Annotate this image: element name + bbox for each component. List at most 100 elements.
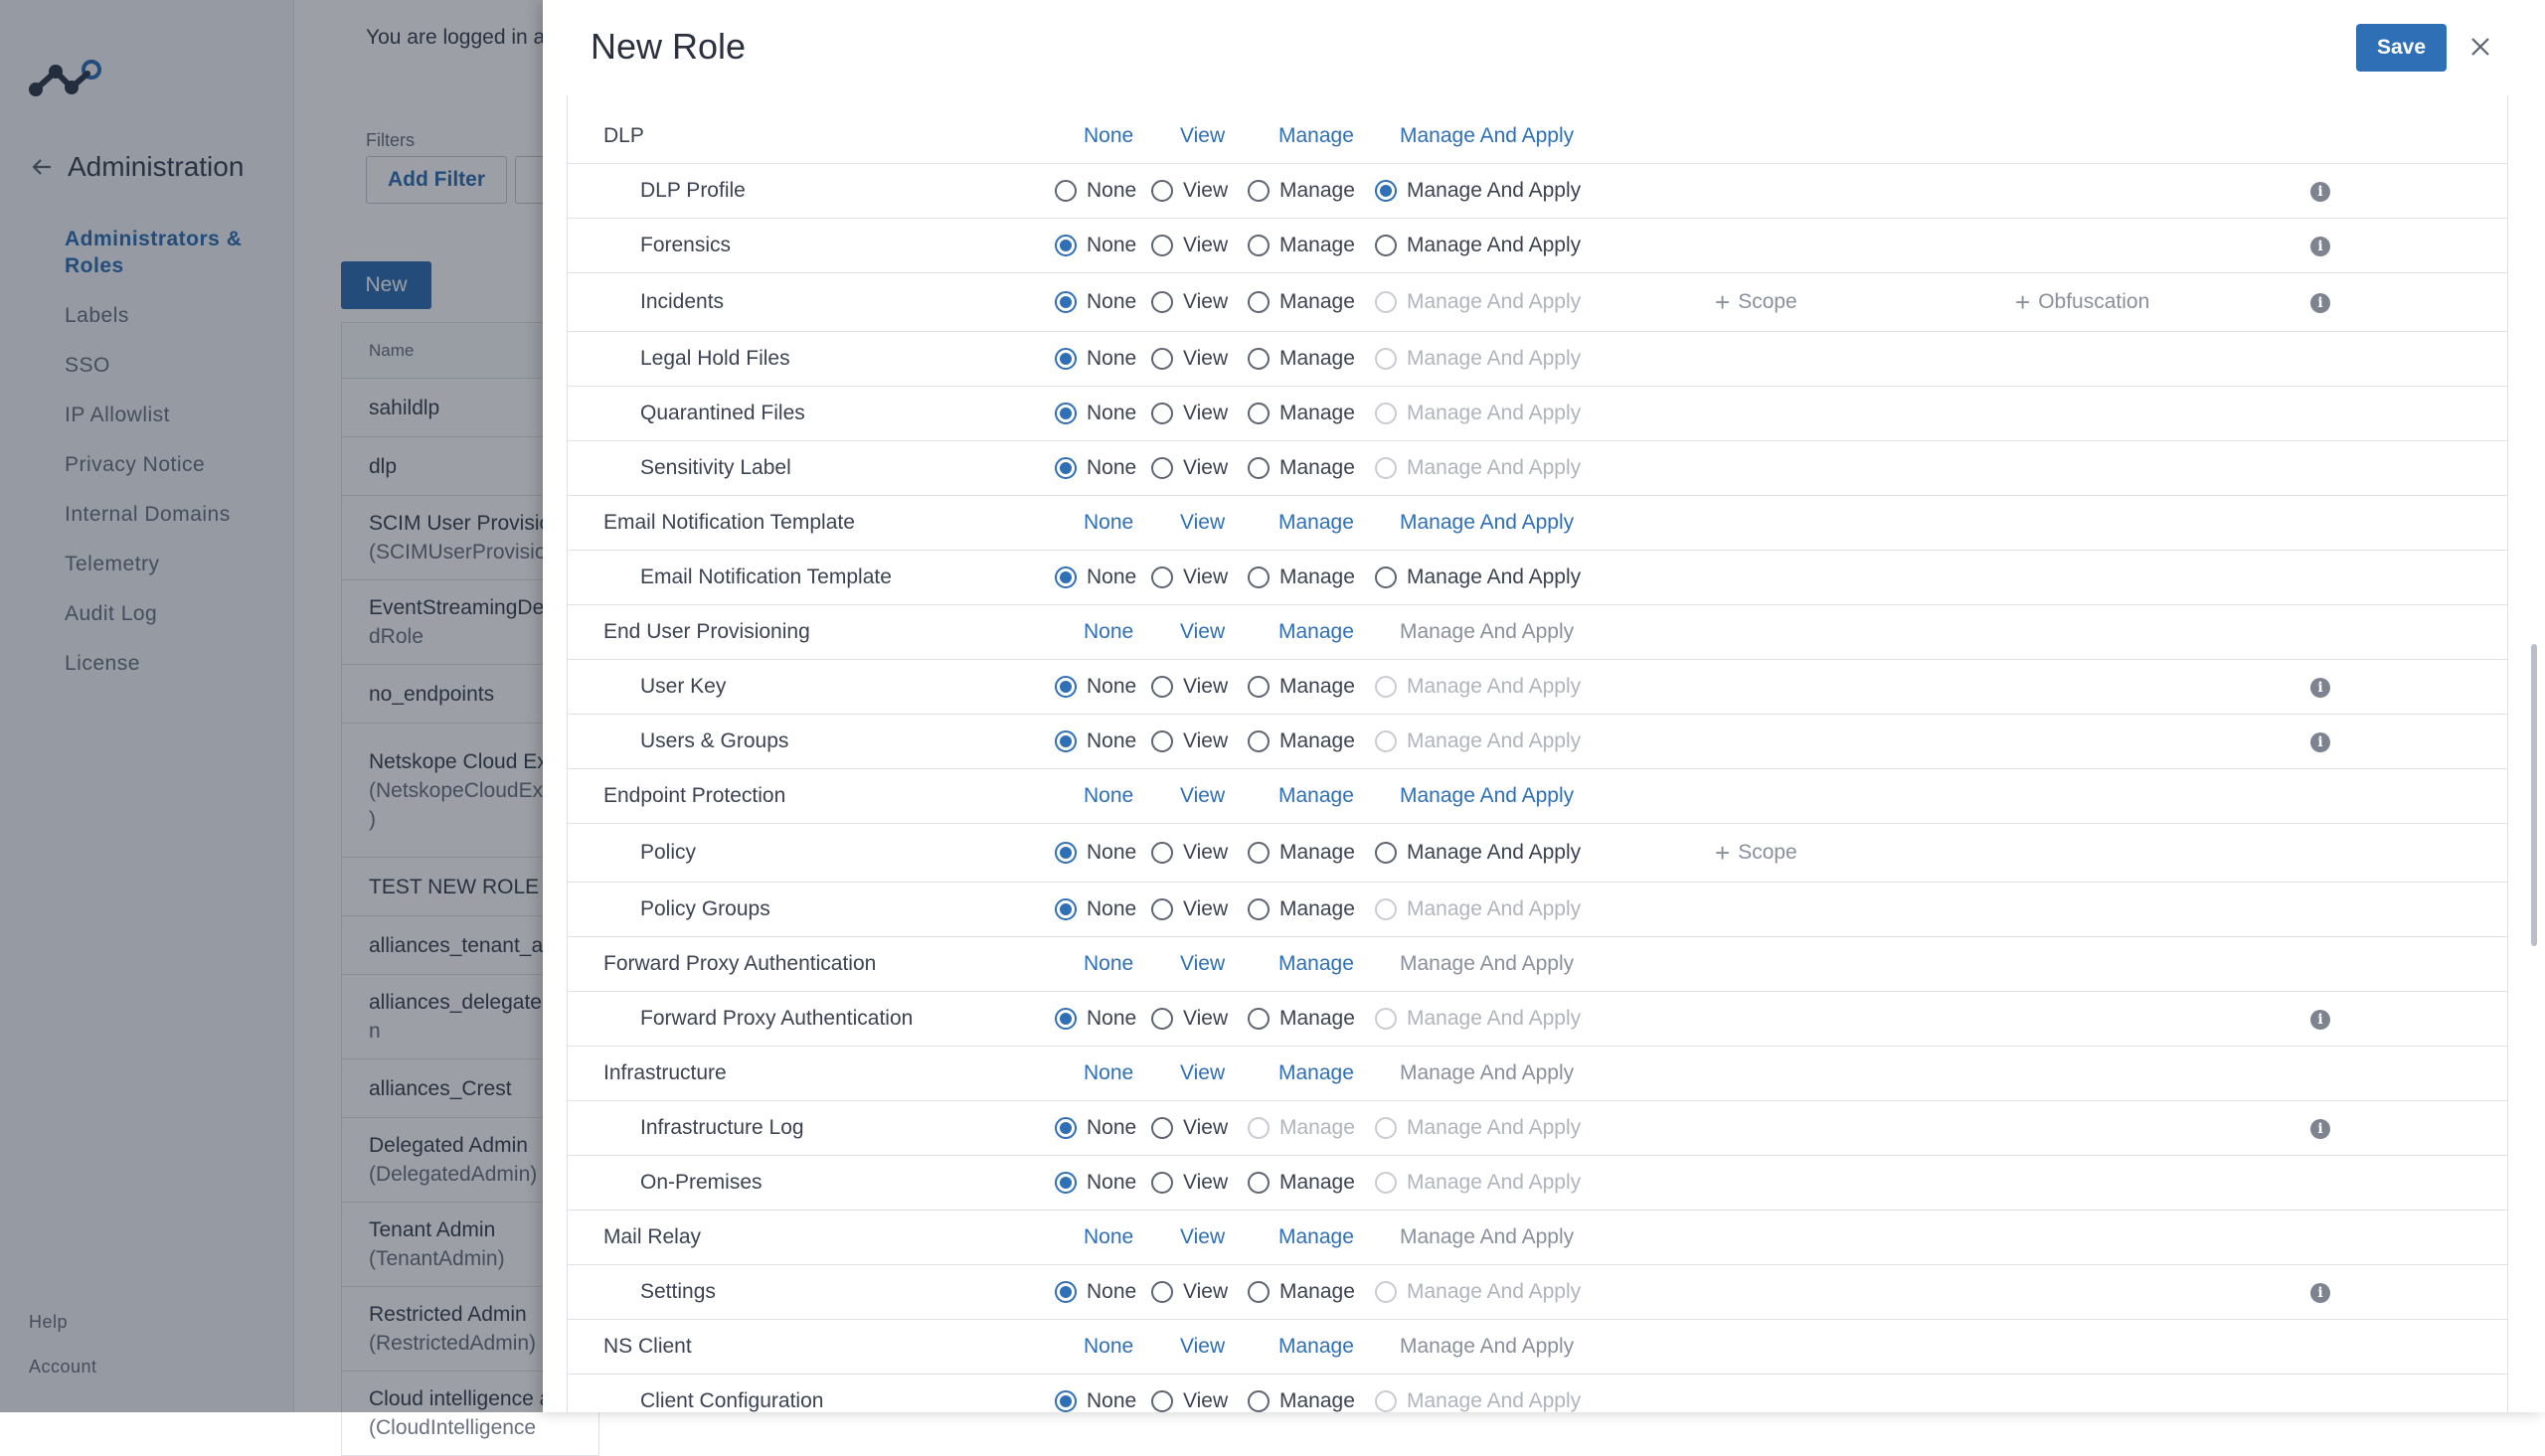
radio-unchecked-icon[interactable] bbox=[1151, 402, 1173, 424]
radio-unchecked-icon[interactable] bbox=[1248, 566, 1270, 588]
save-button[interactable]: Save bbox=[2356, 24, 2447, 72]
radio-unchecked-icon[interactable] bbox=[1248, 290, 1270, 313]
info-icon[interactable]: i bbox=[2310, 1009, 2330, 1030]
set-all-view-link[interactable]: View bbox=[1180, 511, 1225, 535]
radio-manage[interactable]: Manage bbox=[1248, 1007, 1355, 1031]
radio-checked-icon[interactable] bbox=[1055, 456, 1077, 479]
radio-unchecked-icon[interactable] bbox=[1248, 347, 1270, 370]
radio-manage[interactable]: Manage bbox=[1248, 897, 1355, 921]
radio-view[interactable]: View bbox=[1151, 290, 1228, 314]
radio-manage[interactable]: Manage bbox=[1248, 675, 1355, 699]
radio-none[interactable]: None bbox=[1055, 1116, 1136, 1140]
radio-unchecked-icon[interactable] bbox=[1151, 675, 1173, 698]
radio-checked-icon[interactable] bbox=[1055, 1171, 1077, 1194]
set-all-manage-link[interactable]: Manage bbox=[1278, 124, 1354, 148]
radio-unchecked-icon[interactable] bbox=[1151, 897, 1173, 920]
set-all-none-link[interactable]: None bbox=[1084, 1061, 1133, 1085]
radio-unchecked-icon[interactable] bbox=[1248, 897, 1270, 920]
radio-unchecked-icon[interactable] bbox=[1375, 234, 1397, 256]
info-icon[interactable]: i bbox=[2310, 731, 2330, 752]
radio-unchecked-icon[interactable] bbox=[1151, 1280, 1173, 1303]
radio-unchecked-icon[interactable] bbox=[1248, 234, 1270, 256]
set-all-view-link[interactable]: View bbox=[1180, 952, 1225, 976]
set-all-none-link[interactable]: None bbox=[1084, 1225, 1133, 1249]
radio-manage[interactable]: Manage bbox=[1248, 402, 1355, 425]
radio-unchecked-icon[interactable] bbox=[1248, 1389, 1270, 1412]
set-all-none-link[interactable]: None bbox=[1084, 124, 1133, 148]
radio-manage[interactable]: Manage bbox=[1248, 1171, 1355, 1195]
radio-none[interactable]: None bbox=[1055, 841, 1136, 865]
radio-none[interactable]: None bbox=[1055, 456, 1136, 480]
radio-none[interactable]: None bbox=[1055, 179, 1136, 203]
radio-none[interactable]: None bbox=[1055, 729, 1136, 753]
radio-unchecked-icon[interactable] bbox=[1151, 456, 1173, 479]
radio-checked-icon[interactable] bbox=[1055, 1280, 1077, 1303]
radio-manage[interactable]: Manage bbox=[1248, 456, 1355, 480]
radio-view[interactable]: View bbox=[1151, 179, 1228, 203]
set-all-manage-link[interactable]: Manage bbox=[1278, 620, 1354, 644]
radio-unchecked-icon[interactable] bbox=[1248, 675, 1270, 698]
radio-unchecked-icon[interactable] bbox=[1248, 456, 1270, 479]
set-all-manage-link[interactable]: Manage bbox=[1278, 1225, 1354, 1249]
radio-manage[interactable]: Manage bbox=[1248, 1389, 1355, 1413]
radio-checked-icon[interactable] bbox=[1055, 729, 1077, 752]
info-icon[interactable]: i bbox=[2310, 1282, 2330, 1303]
set-all-manage-apply-link[interactable]: Manage And Apply bbox=[1400, 620, 1574, 644]
radio-unchecked-icon[interactable] bbox=[1151, 1116, 1173, 1139]
radio-unchecked-icon[interactable] bbox=[1151, 347, 1173, 370]
radio-unchecked-icon[interactable] bbox=[1151, 290, 1173, 313]
panel-scrollbar[interactable] bbox=[2531, 644, 2537, 946]
set-all-manage-link[interactable]: Manage bbox=[1278, 952, 1354, 976]
radio-view[interactable]: View bbox=[1151, 347, 1228, 371]
radio-manage[interactable]: Manage bbox=[1248, 290, 1355, 314]
radio-unchecked-icon[interactable] bbox=[1248, 841, 1270, 864]
radio-none[interactable]: None bbox=[1055, 347, 1136, 371]
radio-manage[interactable]: Manage bbox=[1248, 729, 1355, 753]
add-scope-button[interactable]: + Scope bbox=[1715, 289, 1797, 315]
set-all-view-link[interactable]: View bbox=[1180, 1225, 1225, 1249]
radio-checked-icon[interactable] bbox=[1055, 841, 1077, 864]
radio-view[interactable]: View bbox=[1151, 234, 1228, 257]
radio-none[interactable]: None bbox=[1055, 402, 1136, 425]
radio-manage-apply[interactable]: Manage And Apply bbox=[1375, 234, 1581, 257]
radio-unchecked-icon[interactable] bbox=[1248, 402, 1270, 424]
set-all-view-link[interactable]: View bbox=[1180, 1061, 1225, 1085]
radio-checked-icon[interactable] bbox=[1055, 675, 1077, 698]
info-icon[interactable]: i bbox=[2310, 677, 2330, 698]
radio-manage-apply[interactable]: Manage And Apply bbox=[1375, 566, 1581, 589]
radio-none[interactable]: None bbox=[1055, 1280, 1136, 1304]
set-all-manage-link[interactable]: Manage bbox=[1278, 1061, 1354, 1085]
radio-manage[interactable]: Manage bbox=[1248, 347, 1355, 371]
radio-checked-icon[interactable] bbox=[1055, 234, 1077, 256]
radio-unchecked-icon[interactable] bbox=[1375, 841, 1397, 864]
radio-checked-icon[interactable] bbox=[1055, 1389, 1077, 1412]
radio-unchecked-icon[interactable] bbox=[1151, 729, 1173, 752]
radio-unchecked-icon[interactable] bbox=[1375, 566, 1397, 588]
set-all-manage-apply-link[interactable]: Manage And Apply bbox=[1400, 511, 1574, 535]
radio-unchecked-icon[interactable] bbox=[1151, 1171, 1173, 1194]
radio-manage[interactable]: Manage bbox=[1248, 179, 1355, 203]
radio-checked-icon[interactable] bbox=[1055, 290, 1077, 313]
radio-none[interactable]: None bbox=[1055, 290, 1136, 314]
radio-unchecked-icon[interactable] bbox=[1151, 1007, 1173, 1030]
set-all-view-link[interactable]: View bbox=[1180, 620, 1225, 644]
radio-unchecked-icon[interactable] bbox=[1151, 234, 1173, 256]
set-all-manage-apply-link[interactable]: Manage And Apply bbox=[1400, 1225, 1574, 1249]
info-icon[interactable]: i bbox=[2310, 181, 2330, 202]
add-obfuscation-button[interactable]: + Obfuscation bbox=[2015, 289, 2149, 315]
radio-view[interactable]: View bbox=[1151, 675, 1228, 699]
set-all-view-link[interactable]: View bbox=[1180, 1335, 1225, 1359]
radio-unchecked-icon[interactable] bbox=[1151, 179, 1173, 202]
radio-checked-icon[interactable] bbox=[1055, 402, 1077, 424]
set-all-view-link[interactable]: View bbox=[1180, 784, 1225, 808]
radio-manage[interactable]: Manage bbox=[1248, 841, 1355, 865]
set-all-none-link[interactable]: None bbox=[1084, 620, 1133, 644]
radio-manage-apply[interactable]: Manage And Apply bbox=[1375, 841, 1581, 865]
radio-checked-icon[interactable] bbox=[1375, 179, 1397, 202]
radio-view[interactable]: View bbox=[1151, 897, 1228, 921]
radio-manage-apply[interactable]: Manage And Apply bbox=[1375, 179, 1581, 203]
radio-view[interactable]: View bbox=[1151, 1171, 1228, 1195]
set-all-none-link[interactable]: None bbox=[1084, 784, 1133, 808]
info-icon[interactable]: i bbox=[2310, 292, 2330, 313]
set-all-manage-apply-link[interactable]: Manage And Apply bbox=[1400, 1061, 1574, 1085]
